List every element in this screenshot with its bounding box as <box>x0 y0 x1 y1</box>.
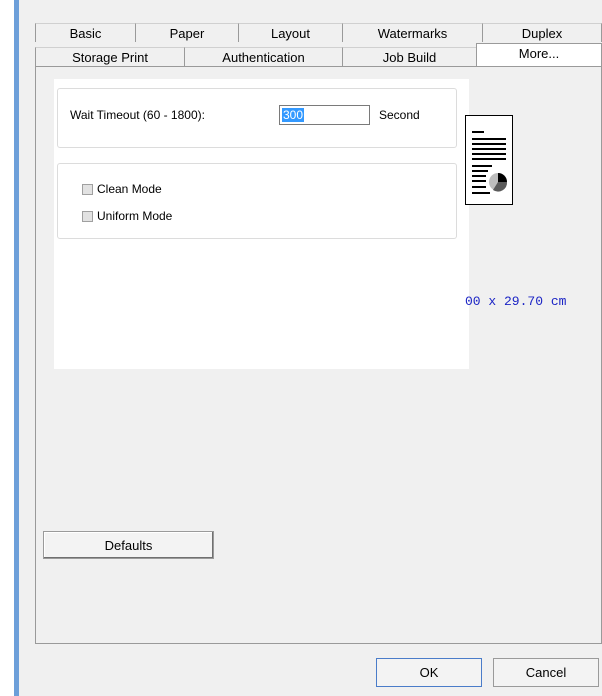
tab-duplex[interactable]: Duplex <box>482 23 602 42</box>
wait-timeout-input[interactable]: 300 <box>279 105 370 125</box>
document-preview-icon <box>465 115 513 205</box>
clean-mode-label: Clean Mode <box>97 182 162 196</box>
clean-mode-option[interactable]: Clean Mode <box>82 182 162 196</box>
left-strip <box>0 0 14 696</box>
tab-layout[interactable]: Layout <box>238 23 342 42</box>
uniform-mode-checkbox[interactable] <box>82 210 93 222</box>
wait-timeout-label: Wait Timeout (60 - 1800): <box>70 108 205 122</box>
tab-basic[interactable]: Basic <box>35 23 135 42</box>
cancel-button[interactable]: Cancel <box>493 658 599 687</box>
printer-properties-dialog: Basic Paper Layout Watermarks Duplex Sto… <box>19 0 602 696</box>
mode-options-group: Clean Mode Uniform Mode <box>57 163 457 239</box>
tab-watermarks[interactable]: Watermarks <box>342 23 482 42</box>
tab-authentication[interactable]: Authentication <box>184 47 342 66</box>
tab-paper[interactable]: Paper <box>135 23 238 42</box>
uniform-mode-label: Uniform Mode <box>97 209 173 223</box>
tab-more[interactable]: More... <box>476 43 602 67</box>
wait-timeout-unit: Second <box>379 108 420 122</box>
clean-mode-checkbox[interactable] <box>82 183 93 195</box>
wait-timeout-group: Wait Timeout (60 - 1800): 300 Second <box>57 88 457 148</box>
tab-job-build[interactable]: Job Build <box>342 47 476 66</box>
ok-button[interactable]: OK <box>376 658 482 687</box>
uniform-mode-option[interactable]: Uniform Mode <box>82 209 172 223</box>
settings-area: Wait Timeout (60 - 1800): 300 Second Cle… <box>54 79 469 369</box>
tab-storage-print[interactable]: Storage Print <box>35 47 184 66</box>
wait-timeout-value: 300 <box>282 108 305 122</box>
paper-size-text: 00 x 29.70 cm <box>465 294 567 309</box>
defaults-button[interactable]: Defaults <box>43 531 214 559</box>
